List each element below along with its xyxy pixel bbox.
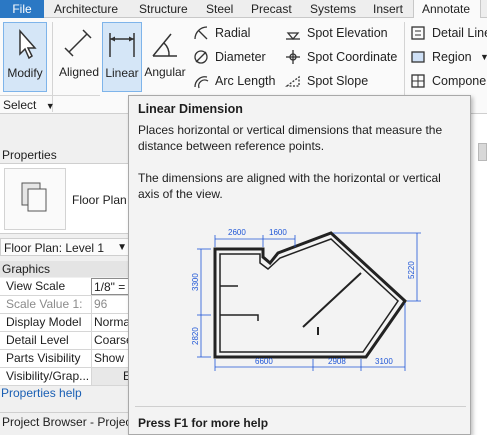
region-dropdown-icon[interactable]: ▼ bbox=[480, 46, 487, 68]
property-key: Detail Level bbox=[6, 333, 69, 347]
linear-dimension-tooltip: Linear Dimension Places horizontal or ve… bbox=[128, 95, 471, 435]
level-selector-value: Floor Plan: Level 1 bbox=[4, 241, 105, 255]
modify-label: Modify bbox=[7, 66, 43, 80]
tooltip-help-hint: Press F1 for more help bbox=[138, 416, 269, 430]
select-dropdown[interactable]: Select ▼ bbox=[0, 95, 100, 113]
select-label: Select bbox=[3, 98, 37, 112]
property-key: View Scale bbox=[6, 279, 66, 293]
dim-text-right: 5220 bbox=[407, 261, 416, 279]
component-label: Componen bbox=[432, 74, 487, 88]
property-key: Visibility/Grap... bbox=[6, 369, 90, 383]
ribbon-tab-bar: File Architecture Structure Steel Precas… bbox=[0, 0, 487, 19]
tab-structure[interactable]: Structure bbox=[133, 0, 194, 18]
spot-coordinate-label: Spot Coordinate bbox=[307, 50, 398, 64]
dim-text-left-b: 2820 bbox=[191, 327, 200, 345]
level-selector[interactable]: Floor Plan: Level 1 ▼ bbox=[0, 238, 132, 256]
type-name: Floor Plan bbox=[72, 193, 127, 207]
diameter-label: Diameter bbox=[215, 50, 266, 64]
tab-precast[interactable]: Precast bbox=[245, 0, 298, 18]
spot-elevation-label: Spot Elevation bbox=[307, 26, 388, 40]
spot-slope-label: Spot Slope bbox=[307, 74, 369, 88]
dim-text-bottom-b: 2908 bbox=[328, 357, 346, 366]
tooltip-divider bbox=[135, 406, 466, 407]
chevron-down-icon: ▼ bbox=[117, 242, 127, 253]
radial-label: Radial bbox=[215, 26, 251, 40]
linear-label: Linear bbox=[105, 66, 139, 80]
aligned-dimension-button[interactable]: Aligned bbox=[56, 22, 102, 92]
tooltip-detail: The dimensions are aligned with the hori… bbox=[138, 171, 441, 201]
property-key: Parts Visibility bbox=[6, 351, 81, 365]
component-icon bbox=[411, 74, 425, 88]
spot-slope-icon bbox=[285, 75, 300, 87]
angular-dimension-button[interactable]: Angular bbox=[142, 22, 188, 92]
region-label: Region bbox=[432, 50, 472, 64]
region-icon bbox=[411, 51, 425, 63]
detail-line-label: Detail Line bbox=[432, 26, 487, 40]
angular-dimension-icon bbox=[152, 33, 177, 57]
dim-text-bottom-c: 3100 bbox=[375, 357, 393, 366]
modify-button[interactable]: Modify bbox=[3, 22, 47, 92]
aligned-dimension-icon bbox=[64, 29, 92, 57]
tab-architecture[interactable]: Architecture bbox=[48, 0, 124, 18]
tab-annotate[interactable]: Annotate bbox=[413, 0, 481, 19]
tab-insert[interactable]: Insert bbox=[367, 0, 409, 18]
arc-length-label: Arc Length bbox=[215, 74, 276, 88]
tab-steel[interactable]: Steel bbox=[200, 0, 239, 18]
spot-coordinate-icon bbox=[286, 50, 300, 64]
linear-dimension-button[interactable]: Linear bbox=[102, 22, 142, 92]
spot-elevation-icon bbox=[286, 32, 300, 41]
cursor-arrow-icon bbox=[19, 29, 37, 60]
dim-text-top-b: 1600 bbox=[269, 228, 287, 237]
diameter-icon bbox=[194, 50, 208, 64]
radial-icon bbox=[194, 26, 208, 40]
property-key: Display Model bbox=[6, 315, 82, 329]
properties-help-link[interactable]: Properties help bbox=[1, 386, 82, 400]
tooltip-title: Linear Dimension bbox=[138, 102, 243, 116]
dim-text-bottom-a: 6600 bbox=[255, 357, 273, 366]
dim-text-left-a: 3300 bbox=[191, 273, 200, 291]
chevron-down-icon: ▼ bbox=[45, 101, 55, 111]
view-tab-handle[interactable] bbox=[478, 143, 487, 161]
arc-length-icon bbox=[194, 76, 209, 89]
detail-line-icon bbox=[411, 26, 425, 40]
tooltip-description: Places horizontal or vertical dimensions… bbox=[138, 123, 443, 153]
dimension-illustration: 2600 1600 3300 2820 5220 6600 2908 3100 bbox=[191, 228, 421, 371]
tab-systems[interactable]: Systems bbox=[304, 0, 362, 18]
dim-text-top-a: 2600 bbox=[228, 228, 246, 237]
linear-dimension-icon bbox=[109, 33, 135, 57]
angular-label: Angular bbox=[144, 65, 186, 79]
property-key: Scale Value 1: bbox=[6, 297, 83, 311]
tab-file[interactable]: File bbox=[0, 0, 44, 18]
floor-plan-type-icon bbox=[4, 168, 66, 230]
aligned-label: Aligned bbox=[58, 65, 100, 79]
